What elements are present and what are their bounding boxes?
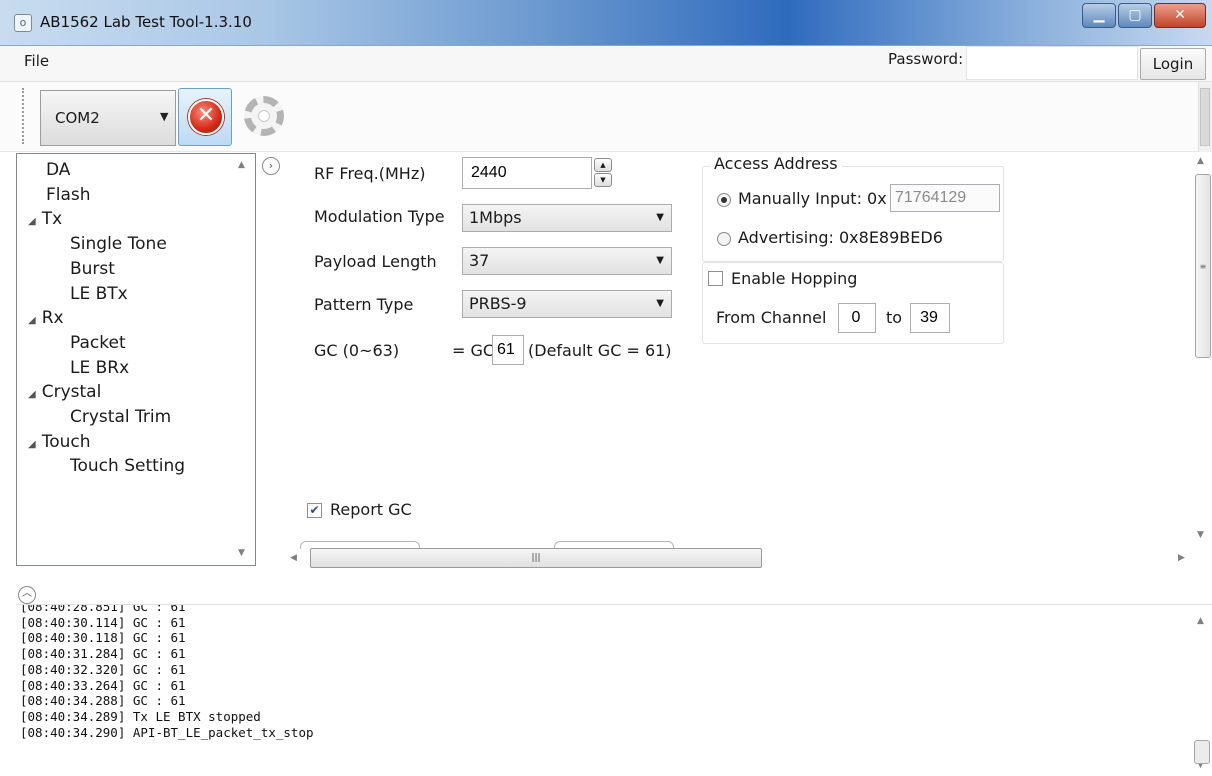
com-port-select[interactable]: COM2: [40, 90, 176, 146]
minimize-button[interactable]: ▁: [1082, 3, 1116, 28]
chevron-right-icon[interactable]: ›: [262, 157, 280, 175]
toolbar-grip[interactable]: [22, 88, 26, 144]
login-button[interactable]: Login: [1140, 48, 1206, 80]
payload-length-select[interactable]: 37 ▼: [462, 247, 672, 275]
rf-freq-input[interactable]: [462, 157, 592, 189]
check-icon: ✔: [309, 503, 320, 517]
tree-item-label: Tx: [41, 209, 63, 230]
payload-length-value: 37: [469, 251, 490, 270]
from-channel-input[interactable]: [838, 303, 876, 333]
tree-item-label: DA: [46, 160, 71, 180]
main-vertical-scroll-thumb[interactable]: ≡: [1195, 174, 1211, 358]
maximize-button[interactable]: ▢: [1118, 3, 1152, 28]
tree-item-label: Rx: [41, 308, 64, 329]
main-horizontal-scroll-thumb[interactable]: |||: [310, 548, 762, 568]
tree-item-label: Touch: [41, 431, 91, 452]
scroll-up-icon[interactable]: ▲: [1197, 616, 1204, 626]
tree-item-touch[interactable]: ◢ Touch: [28, 431, 91, 456]
gc-equals-label: = GC: [452, 341, 495, 360]
from-channel-label: From Channel: [716, 308, 827, 327]
tree-item-crystal-trim[interactable]: Crystal Trim: [70, 406, 171, 428]
tree-item-le-btx[interactable]: LE BTx: [70, 283, 128, 305]
close-window-button[interactable]: ✕: [1154, 3, 1206, 28]
tree-scrollbar[interactable]: ▲ ▼: [232, 154, 254, 565]
modulation-type-label: Modulation Type: [314, 207, 445, 226]
to-channel-input[interactable]: [910, 303, 950, 333]
tree-item-crystal[interactable]: ◢ Crystal: [28, 381, 101, 406]
scroll-down-icon[interactable]: ▼: [1197, 530, 1204, 540]
chevron-down-icon: ▼: [656, 212, 664, 223]
to-label: to: [886, 308, 903, 327]
tree-item-label: Crystal: [41, 382, 102, 403]
password-label: Password:: [888, 50, 964, 68]
pattern-type-value: PRBS-9: [469, 294, 527, 313]
window-title: AB1562 Lab Test Tool-1.3.10: [40, 13, 252, 31]
log-lines: [08:40:28.851] GC : 61 [08:40:30.114] GC…: [20, 604, 314, 740]
access-address-title: Access Address: [710, 154, 842, 173]
gear-center: [258, 110, 270, 122]
tree-item-tx[interactable]: ◢ Tx: [28, 208, 62, 233]
menu-file[interactable]: File: [24, 52, 49, 70]
tree-item-label: LE BTx: [70, 283, 128, 304]
close-circle-icon: ✕: [188, 99, 224, 135]
pattern-type-select[interactable]: PRBS-9 ▼: [462, 290, 672, 318]
rf-freq-stepper[interactable]: ▲ ▼: [594, 158, 612, 188]
tree-item-packet[interactable]: Packet: [70, 332, 126, 354]
access-address-input[interactable]: [890, 184, 1000, 212]
expand-arrow-icon[interactable]: ◢: [28, 389, 36, 400]
tree-item-burst[interactable]: Burst: [70, 258, 115, 280]
tree-item-label: Touch Setting: [70, 456, 186, 477]
tree-item-single-tone[interactable]: Single Tone: [70, 233, 167, 255]
tree-item-label: LE BRx: [70, 357, 130, 378]
gc-range-label: GC (0~63): [314, 341, 400, 360]
modulation-type-value: 1Mbps: [469, 208, 522, 227]
chevron-up-icon[interactable]: ︿: [18, 586, 36, 604]
access-address-group: [702, 166, 1004, 262]
report-gc-label: Report GC: [330, 500, 412, 519]
chevron-down-icon: ▼: [656, 298, 664, 309]
pattern-type-label: Pattern Type: [314, 295, 414, 314]
com-port-value: COM2: [55, 109, 100, 127]
gc-default-label: (Default GC = 61): [528, 341, 672, 360]
report-gc-checkbox[interactable]: ✔: [307, 503, 322, 518]
tree-item-label: Single Tone: [70, 234, 167, 255]
advertising-radio[interactable]: [717, 232, 731, 246]
manual-input-radio[interactable]: [717, 193, 731, 207]
log-scroll-thumb[interactable]: [1194, 740, 1210, 764]
spin-up-icon[interactable]: ▲: [594, 158, 612, 172]
payload-length-label: Payload Length: [314, 252, 437, 271]
radio-selected-dot: [721, 197, 727, 203]
toolbar-scroll-thumb[interactable]: [1200, 88, 1210, 146]
scroll-up-icon[interactable]: ▲: [1197, 156, 1204, 166]
scroll-right-icon[interactable]: ▶: [1178, 553, 1185, 563]
tree-item-label: Crystal Trim: [70, 407, 172, 427]
log-output[interactable]: [08:40:28.851] GC : 61 [08:40:30.114] GC…: [16, 604, 1212, 776]
password-input[interactable]: [966, 46, 1138, 80]
expand-arrow-icon[interactable]: ◢: [28, 216, 36, 227]
scroll-up-icon[interactable]: ▲: [238, 160, 245, 170]
chevron-down-icon: ▼: [160, 110, 169, 123]
expand-arrow-icon[interactable]: ◢: [28, 439, 36, 450]
tree-item-rx[interactable]: ◢ Rx: [28, 307, 64, 332]
tree-item-touch-setting[interactable]: Touch Setting: [70, 455, 185, 477]
tree-item-label: Burst: [70, 258, 115, 279]
tree-item-label: Packet: [70, 332, 126, 353]
chevron-down-icon: ▼: [656, 255, 664, 266]
tree-item-flash[interactable]: Flash: [46, 184, 91, 206]
modulation-type-select[interactable]: 1Mbps ▼: [462, 204, 672, 232]
tree-item-le-brx[interactable]: LE BRx: [70, 357, 129, 379]
scroll-down-icon[interactable]: ▼: [238, 548, 245, 558]
expand-arrow-icon[interactable]: ◢: [28, 315, 36, 326]
manual-input-label: Manually Input: 0x: [738, 189, 887, 208]
tree-item-label: Flash: [46, 184, 91, 205]
spin-down-icon[interactable]: ▼: [594, 173, 612, 187]
enable-hopping-label: Enable Hopping: [731, 269, 858, 288]
scroll-left-icon[interactable]: ◀: [290, 553, 297, 563]
enable-hopping-checkbox[interactable]: [708, 271, 723, 286]
rf-freq-label: RF Freq.(MHz): [314, 164, 426, 183]
gc-input[interactable]: [492, 335, 524, 365]
advertising-label: Advertising: 0x8E89BED6: [738, 228, 943, 247]
app-icon: o: [14, 14, 32, 32]
tree-item-da[interactable]: DA: [46, 159, 70, 181]
